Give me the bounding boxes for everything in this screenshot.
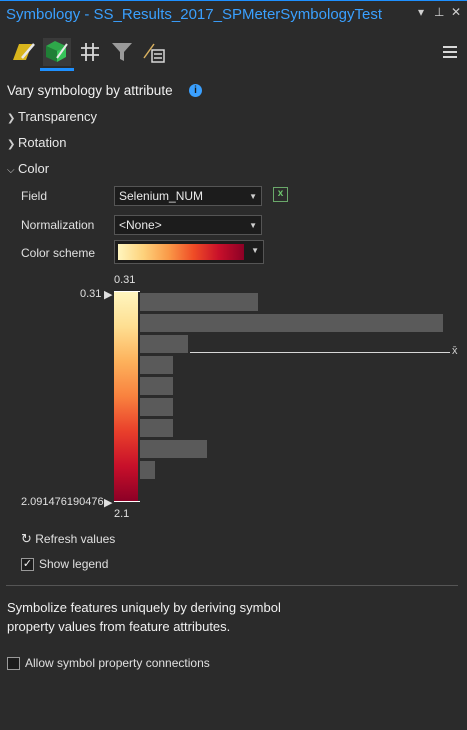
allow-connections-checkbox[interactable] <box>7 657 20 670</box>
symbol-props-icon[interactable] <box>140 38 168 66</box>
chevron-down-icon: ▼ <box>251 246 259 255</box>
transparency-label: Transparency <box>18 109 97 124</box>
field-label: Field <box>21 189 48 203</box>
color-scheme-gradient <box>118 244 244 260</box>
field-value: Selenium_NUM <box>119 189 204 203</box>
checkmark-icon: ✓ <box>22 558 33 570</box>
description-text: Symbolize features uniquely by deriving … <box>7 600 281 634</box>
histogram-bar <box>140 314 443 332</box>
histogram-bar <box>140 398 173 416</box>
top-handle-label: 0.31 <box>80 288 102 300</box>
bottom-handle-line[interactable] <box>114 501 140 502</box>
hamburger-menu-icon[interactable] <box>443 46 457 61</box>
expression-button[interactable]: x <box>273 187 288 202</box>
primary-symbology-icon[interactable] <box>10 38 38 66</box>
info-icon[interactable]: i <box>189 84 202 97</box>
histogram-bar <box>140 440 207 458</box>
rotation-expander[interactable]: ❯ Rotation <box>7 135 66 150</box>
transparency-expander[interactable]: ❯ Transparency <box>7 109 97 124</box>
show-legend-label: Show legend <box>39 557 109 571</box>
symbol-layers-icon[interactable] <box>76 38 104 66</box>
top-handle-line[interactable] <box>114 291 140 292</box>
normalization-dropdown[interactable]: <None> ▼ <box>114 215 262 235</box>
field-dropdown[interactable]: Selenium_NUM ▼ <box>114 186 262 206</box>
filter-icon[interactable] <box>108 38 136 66</box>
refresh-icon: ↻ <box>21 531 32 546</box>
bottom-handle-icon[interactable]: ▶ <box>104 496 112 509</box>
chevron-right-icon: ❯ <box>7 139 16 150</box>
histogram-bar <box>140 356 173 374</box>
divider <box>6 585 458 586</box>
color-scheme-label: Color scheme <box>21 246 96 260</box>
active-tab-indicator <box>40 68 74 71</box>
window-title: Symbology - SS_Results_2017_SPMeterSymbo… <box>6 6 383 23</box>
histogram-bar <box>140 419 173 437</box>
refresh-values-button[interactable]: ↻ Refresh values <box>21 531 115 547</box>
color-expander[interactable]: ⌵ Color <box>7 161 49 176</box>
chevron-down-icon: ▼ <box>249 221 257 230</box>
refresh-label: Refresh values <box>35 532 116 546</box>
normalization-label: Normalization <box>21 218 95 232</box>
mean-label: x̄ <box>452 345 458 357</box>
chevron-down-icon: ⌵ <box>7 165 15 176</box>
close-icon[interactable]: ✕ <box>451 5 461 19</box>
top-handle-icon[interactable]: ▶ <box>104 288 112 301</box>
pin-icon[interactable]: ⊥ <box>434 5 444 19</box>
rotation-label: Rotation <box>18 135 67 150</box>
vary-symbology-icon[interactable] <box>43 38 71 66</box>
chevron-right-icon: ❯ <box>7 113 16 124</box>
allow-connections-label: Allow symbol property connections <box>25 656 210 670</box>
histogram-bar <box>140 461 155 479</box>
histogram-bar <box>140 293 258 311</box>
chevron-down-icon: ▼ <box>249 192 257 201</box>
histogram-bottom-value: 2.1 <box>114 508 130 520</box>
histogram-bar <box>140 335 188 353</box>
color-label: Color <box>18 161 50 176</box>
normalization-value: <None> <box>119 218 162 232</box>
mean-line <box>190 352 450 353</box>
section-title: Vary symbology by attribute <box>7 83 173 98</box>
show-legend-checkbox[interactable]: ✓ <box>21 558 34 571</box>
bottom-handle-label: 2.091476190476 <box>21 496 104 508</box>
color-scheme-dropdown[interactable]: ▼ <box>114 240 264 264</box>
color-ramp <box>114 291 138 501</box>
histogram-bar <box>140 377 173 395</box>
histogram-top-value: 0.31 <box>114 274 136 286</box>
title-bar: Symbology - SS_Results_2017_SPMeterSymbo… <box>0 0 467 31</box>
chevron-down-icon[interactable]: ▾ <box>418 5 424 19</box>
